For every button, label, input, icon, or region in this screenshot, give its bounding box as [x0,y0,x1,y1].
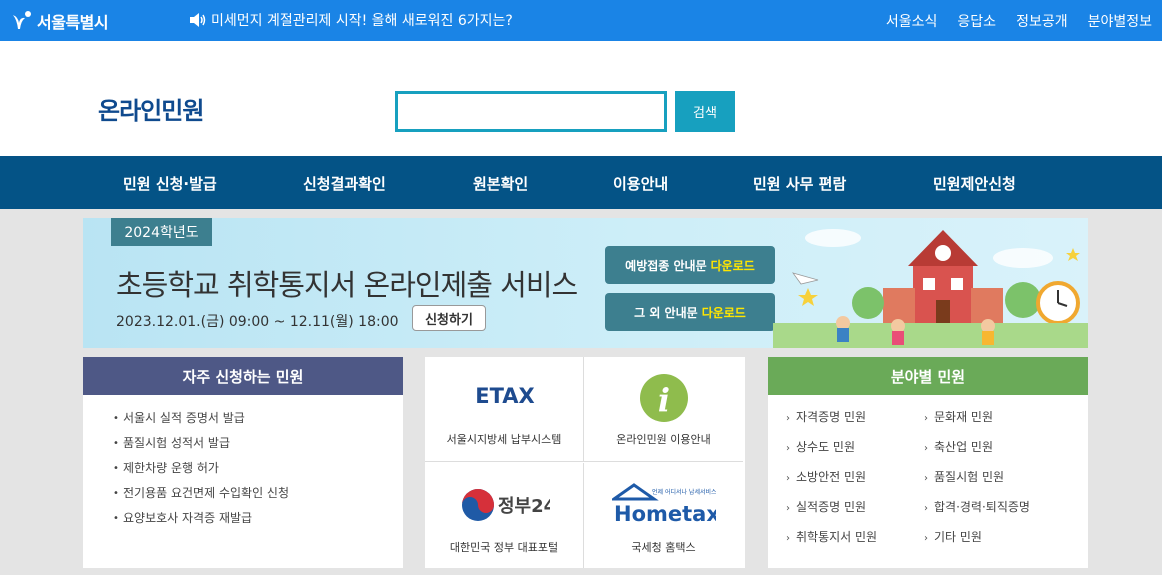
chevron-right-icon: › [924,533,928,544]
chevron-right-icon: › [786,413,790,424]
etax-label: 서울시지방세 납부시스템 [446,433,562,446]
field-link-certificate[interactable]: › 자격증명 민원 [786,408,866,425]
seoul-logo[interactable]: 서울특별시 [10,8,109,34]
apply-button[interactable]: 신청하기 [412,305,486,331]
field-link-label: 품질시험 민원 [934,470,1005,484]
logo-text: 서울특별시 [37,13,109,32]
gov24-label: 대한민국 정부 대표포털 [449,541,559,554]
chevron-right-icon: › [924,443,928,454]
seoul-logo-icon [13,11,31,29]
top-nav: 서울소식 응답소 정보공개 분야별정보 [886,11,1152,31]
banner-period: 2023.12.01.(금) 09:00 ~ 12.11(월) 18:00 [116,314,399,330]
notice-text[interactable]: 미세먼지 계절관리제 시작! 올해 새로워진 6가지는? [211,10,513,30]
chevron-right-icon: › [924,413,928,424]
field-link-label: 소방안전 민원 [796,470,867,484]
field-link-livestock[interactable]: › 축산업 민원 [924,438,993,455]
etax-logo-text: ETAX [475,384,534,407]
hometax-logo: 언제 어디서나 납세서비스 Hometax. [612,483,716,526]
top-nav-news[interactable]: 서울소식 [886,11,938,31]
chevron-right-icon: › [786,503,790,514]
info-icon-glyph: i [658,381,670,419]
nav-result-check[interactable]: 신청결과확인 [303,173,386,194]
info-label: 온라인민원 이용안내 [616,433,711,446]
frequent-list: 서울시 실적 증명서 발급 품질시험 성적서 발급 제한차량 운행 허가 전기용… [83,395,403,536]
field-link-career-proof[interactable]: › 합격·경력·퇴직증명 [924,498,1030,515]
hometax-logo-sub: 언제 어디서나 납세서비스 [652,488,716,496]
school-illustration [773,229,1088,348]
top-nav-info-disclosure[interactable]: 정보공개 [1016,11,1068,31]
hometax-logo-text: Hometax. [614,502,716,526]
nav-proposal[interactable]: 민원제안신청 [933,173,1016,194]
nav-apply-issue[interactable]: 민원 신청·발급 [123,173,217,194]
notice-ticker[interactable]: 미세먼지 계절관리제 시작! 올해 새로워진 6가지는? [189,10,513,30]
top-bar: 서울특별시 미세먼지 계절관리제 시작! 올해 새로워진 6가지는? 서울소식 … [0,0,1162,41]
field-link-other[interactable]: › 기타 민원 [924,528,982,545]
list-item[interactable]: 요양보호사 자격증 재발급 [113,511,403,536]
top-nav-eungdapso[interactable]: 응답소 [957,11,996,31]
nav-handbook[interactable]: 민원 사무 편람 [753,173,846,194]
nav-original-check[interactable]: 원본확인 [473,173,528,194]
chevron-right-icon: › [924,503,928,514]
download-other-button[interactable]: 그 외 안내문 다운로드 [605,293,775,331]
gov24-logo: 정부24 [462,489,550,521]
page-title[interactable]: 온라인민원 [98,91,204,126]
info-tile[interactable]: i 온라인민원 이용안내 [584,357,743,462]
field-panel: 분야별 민원 › 자격증명 민원 › 문화재 민원 › 상수도 민원 › 축산업 민원 … [768,357,1088,568]
field-link-label: 축산업 민원 [934,440,994,454]
field-link-label: 상수도 민원 [796,440,856,454]
chevron-right-icon: › [786,533,790,544]
search-input[interactable] [395,91,667,132]
header: 온라인민원 검색 [0,41,1162,156]
download-vaccination-action: 다운로드 [710,258,755,273]
field-link-label: 실적증명 민원 [796,500,867,514]
chevron-right-icon: › [786,443,790,454]
field-link-performance[interactable]: › 실적증명 민원 [786,498,866,515]
main-nav: 민원 신청·발급 신청결과확인 원본확인 이용안내 민원 사무 편람 민원제안신… [0,156,1162,209]
field-link-fire-safety[interactable]: › 소방안전 민원 [786,468,866,485]
field-link-label: 문화재 민원 [934,410,994,424]
frequent-panel-title: 자주 신청하는 민원 [83,357,403,395]
frequent-panel: 자주 신청하는 민원 서울시 실적 증명서 발급 품질시험 성적서 발급 제한차… [83,357,403,568]
field-panel-title: 분야별 민원 [768,357,1088,395]
gov24-logo-text: 정부24 [498,496,550,517]
hometax-tile[interactable]: 언제 어디서나 납세서비스 Hometax. 국세청 홈택스 [584,463,743,568]
download-other-label: 그 외 안내문 [634,305,698,320]
field-link-water[interactable]: › 상수도 민원 [786,438,855,455]
list-item[interactable]: 전기용품 요건면제 수입확인 신청 [113,486,403,511]
etax-tile[interactable]: ETAX 서울시지방세 납부시스템 [425,357,584,462]
field-link-label: 자격증명 민원 [796,410,867,424]
field-link-cultural-heritage[interactable]: › 문화재 민원 [924,408,993,425]
field-link-label: 취학통지서 민원 [796,530,878,544]
chevron-right-icon: › [786,473,790,484]
download-vaccination-label: 예방접종 안내문 [625,258,707,273]
download-other-action: 다운로드 [701,305,746,320]
year-tag: 2024학년도 [111,218,212,246]
list-item[interactable]: 품질시험 성적서 발급 [113,436,403,461]
search-button[interactable]: 검색 [675,91,735,132]
field-link-school-notice[interactable]: › 취학통지서 민원 [786,528,877,545]
list-item[interactable]: 제한차량 운행 허가 [113,461,403,486]
download-vaccination-button[interactable]: 예방접종 안내문 다운로드 [605,246,775,284]
list-item[interactable]: 서울시 실적 증명서 발급 [113,411,403,436]
top-nav-field-info[interactable]: 분야별정보 [1088,11,1152,31]
promo-banner[interactable]: 2024학년도 초등학교 취학통지서 온라인제출 서비스 2023.12.01.… [83,218,1088,348]
services-panel: ETAX 서울시지방세 납부시스템 i 온라인민원 이용안내 정부24 대한민국… [425,357,745,568]
chevron-right-icon: › [924,473,928,484]
field-link-label: 합격·경력·퇴직증명 [934,500,1030,514]
field-link-quality-test[interactable]: › 품질시험 민원 [924,468,1004,485]
speaker-icon [190,13,206,27]
banner-title: 초등학교 취학통지서 온라인제출 서비스 [116,268,578,302]
gov24-tile[interactable]: 정부24 대한민국 정부 대표포털 [425,463,584,568]
hometax-label: 국세청 홈택스 [631,541,696,554]
info-icon: i [640,374,688,422]
nav-guide[interactable]: 이용안내 [613,173,668,194]
etax-logo: ETAX [475,384,534,407]
field-link-label: 기타 민원 [934,530,982,544]
